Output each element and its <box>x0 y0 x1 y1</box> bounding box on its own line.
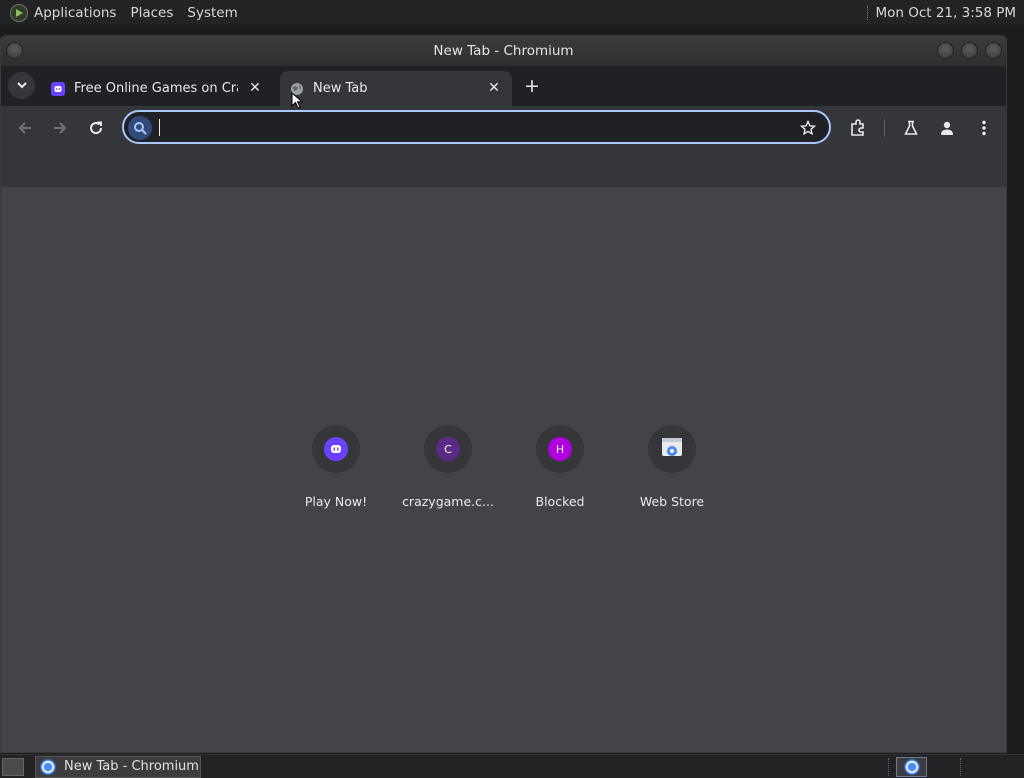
window-menu-button[interactable] <box>6 42 23 59</box>
toolbar-divider <box>884 119 885 137</box>
shortcut-tile-play-now[interactable]: Play Now! <box>280 425 392 509</box>
close-tab-icon[interactable]: ✕ <box>247 80 263 96</box>
system-menu[interactable]: System <box>187 5 237 21</box>
panel-separator <box>960 758 961 776</box>
browser-toolbar <box>1 106 1006 150</box>
shortcut-tile-blocked[interactable]: H Blocked <box>504 425 616 509</box>
chevron-down-icon <box>16 82 27 89</box>
system-bottom-panel: New Tab - Chromium <box>0 754 1024 778</box>
distro-logo-icon[interactable] <box>10 3 28 22</box>
bookmarks-bar-area <box>1 150 1006 192</box>
search-icon <box>128 116 152 140</box>
shortcut-label: Web Store <box>639 494 705 509</box>
system-top-panel: Applications Places System Mon Oct 21, 3… <box>0 0 1024 25</box>
labs-flask-icon[interactable] <box>900 117 922 139</box>
crazygames-icon <box>51 81 65 96</box>
shortcut-label: Play Now! <box>304 494 368 509</box>
window-title: New Tab - Chromium <box>433 43 574 59</box>
close-tab-icon[interactable]: ✕ <box>486 80 502 96</box>
bookmark-star-icon[interactable] <box>799 119 817 137</box>
tab-title: New Tab <box>313 81 368 96</box>
shortcut-icon-container: C <box>424 425 472 473</box>
back-arrow-icon[interactable] <box>14 117 36 139</box>
tab-search-button[interactable] <box>8 72 35 99</box>
shortcut-tile-web-store[interactable]: Web Store <box>616 425 728 509</box>
reload-icon[interactable] <box>85 117 107 139</box>
mouse-pointer-icon <box>291 92 304 109</box>
workspace-switcher[interactable] <box>896 757 927 777</box>
forward-arrow-icon[interactable] <box>49 117 71 139</box>
profile-avatar-icon[interactable] <box>936 117 958 139</box>
chromium-window: New Tab - Chromium Free Online Games on … <box>0 35 1007 753</box>
extensions-puzzle-icon[interactable] <box>847 117 869 139</box>
maximize-button[interactable] <box>961 42 978 59</box>
more-menu-icon[interactable] <box>973 117 995 139</box>
tab-new-tab[interactable]: New Tab ✕ <box>280 71 512 106</box>
show-desktop-icon[interactable] <box>2 757 24 776</box>
minimize-button[interactable] <box>937 42 954 59</box>
letter-icon: C <box>436 437 460 461</box>
shortcut-label: Blocked <box>535 494 585 509</box>
chromium-icon <box>40 758 56 775</box>
panel-separator <box>888 758 889 776</box>
tab-crazygames[interactable]: Free Online Games on CrazyGames ✕ <box>41 71 273 106</box>
address-bar[interactable] <box>122 110 831 144</box>
window-titlebar[interactable]: New Tab - Chromium <box>1 36 1006 66</box>
applications-menu[interactable]: Applications <box>34 5 116 21</box>
panel-separator <box>867 5 869 20</box>
new-tab-page: Play Now! C crazygame.c... H Blocked Web… <box>1 187 1006 752</box>
taskbar-window-item[interactable]: New Tab - Chromium <box>35 755 201 778</box>
taskbar-item-label: New Tab - Chromium <box>64 759 199 774</box>
letter-icon: H <box>548 437 572 461</box>
shortcut-icon-container <box>312 425 360 473</box>
chromium-icon <box>903 759 920 775</box>
shortcut-label: crazygame.c... <box>402 494 494 509</box>
text-cursor <box>159 119 160 136</box>
tab-strip: Free Online Games on CrazyGames ✕ New Ta… <box>1 66 1006 106</box>
close-window-button[interactable] <box>985 42 1002 59</box>
crazygames-icon <box>324 437 348 461</box>
web-store-icon <box>660 436 684 462</box>
shortcut-icon-container: H <box>536 425 584 473</box>
places-menu[interactable]: Places <box>130 5 173 21</box>
shortcut-icon-container <box>648 425 696 473</box>
new-tab-button[interactable]: + <box>521 75 543 97</box>
clock[interactable]: Mon Oct 21, 3:58 PM <box>875 5 1016 21</box>
tab-title: Free Online Games on CrazyGames <box>74 81 238 96</box>
shortcut-tile-crazygame[interactable]: C crazygame.c... <box>392 425 504 509</box>
